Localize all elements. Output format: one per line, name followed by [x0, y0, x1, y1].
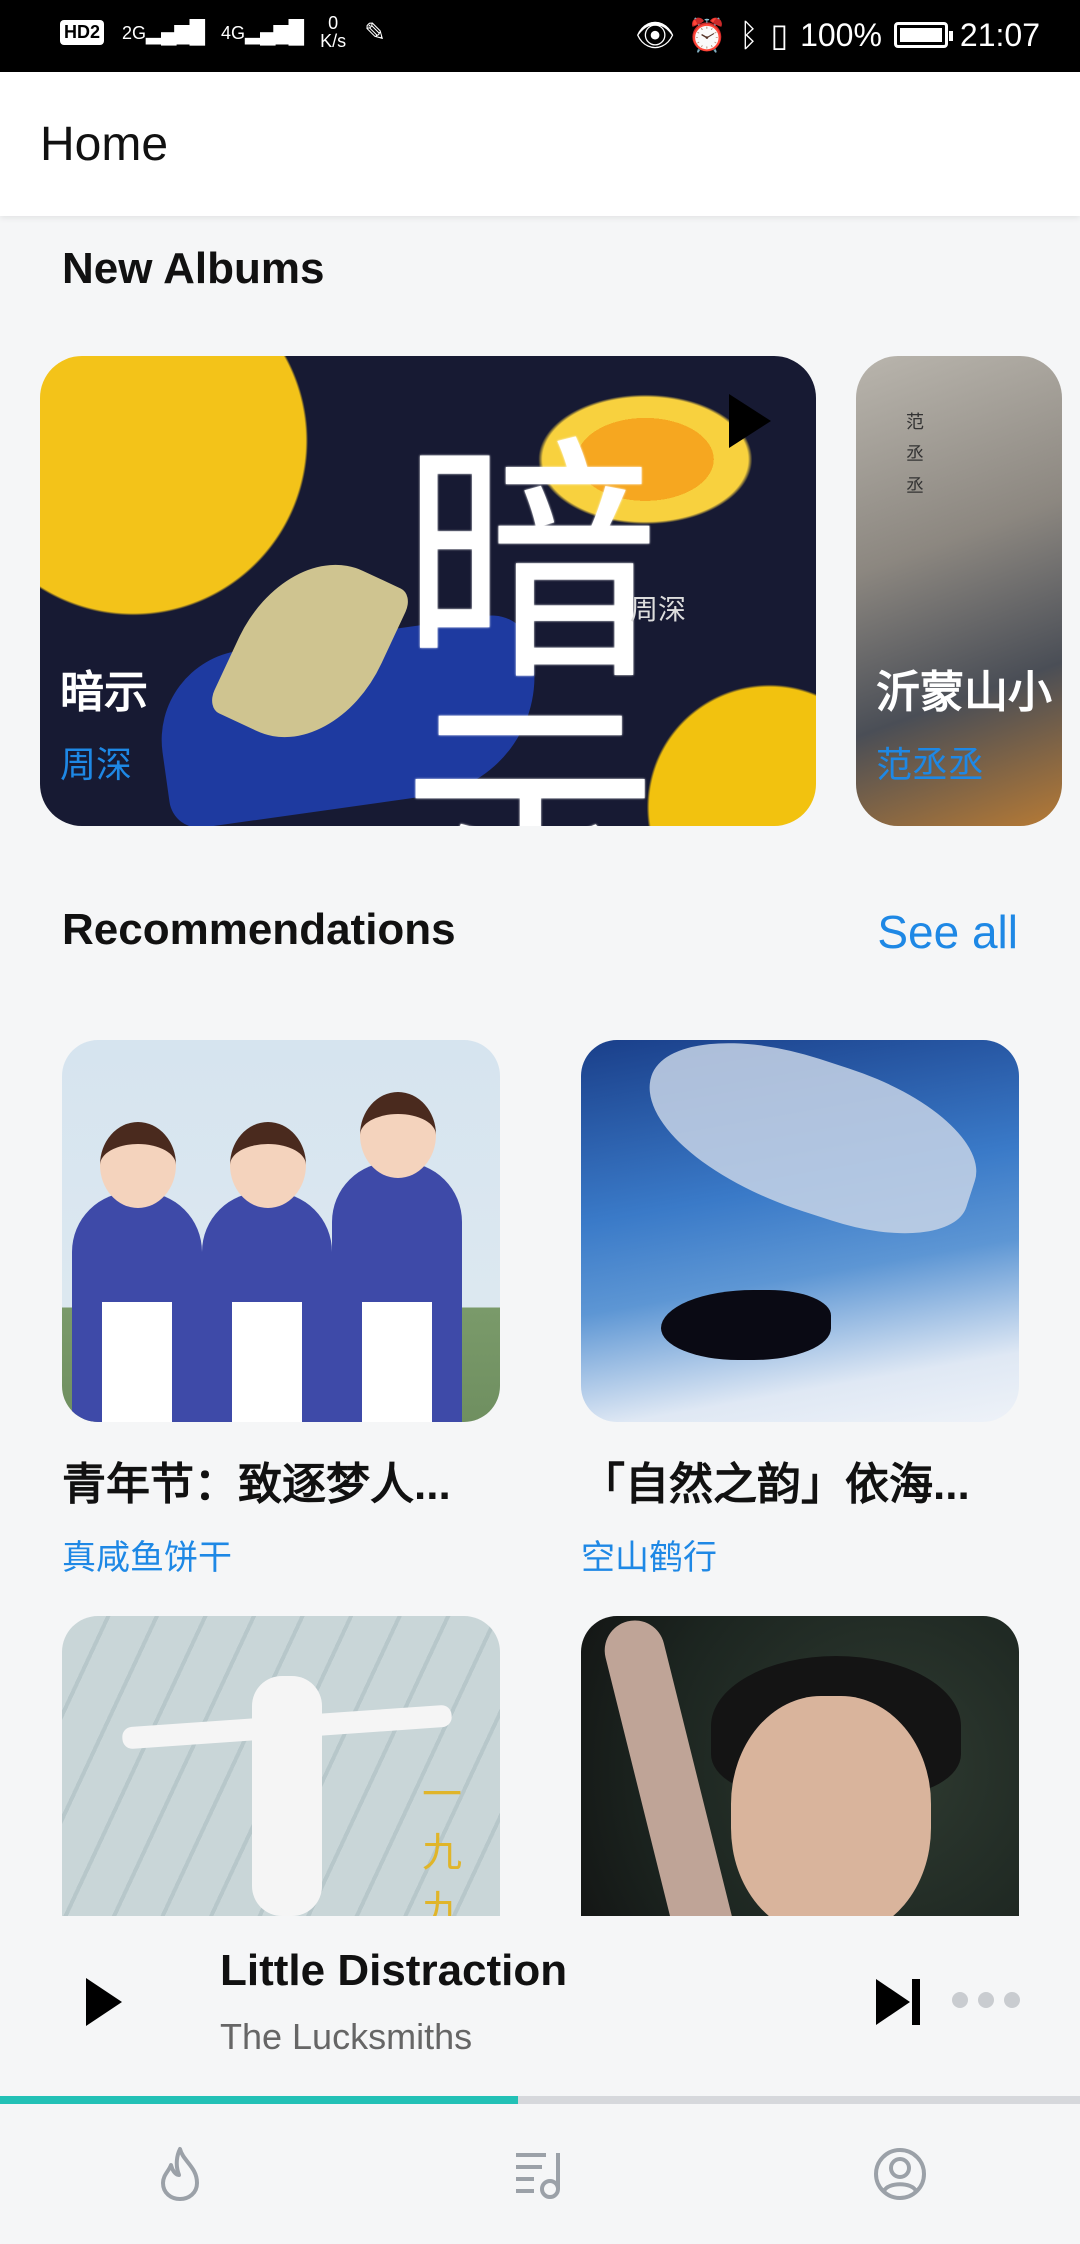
cover-person — [252, 1676, 322, 1916]
album-card[interactable]: 范丞丞 沂蒙山小 范丞丞 — [856, 356, 1062, 826]
mini-player[interactable]: Little Distraction The Lucksmiths — [0, 1916, 1080, 2100]
track-title[interactable]: Little Distraction — [220, 1946, 567, 1996]
nfc-icon: ✎ — [364, 16, 386, 47]
app-bar: Home — [0, 72, 1080, 216]
playlist-author[interactable]: 空山鹤行 — [581, 1530, 717, 1579]
profile-icon — [874, 2148, 926, 2200]
playlist-cover[interactable] — [62, 1040, 500, 1422]
cover-person — [72, 1122, 202, 1422]
playlist-title: 青年节：致逐梦人... — [62, 1460, 451, 1509]
play-icon[interactable] — [729, 394, 771, 448]
playlist-author[interactable]: 真咸鱼饼干 — [62, 1530, 232, 1579]
playlist-cover[interactable]: 一九九 — [62, 1616, 500, 1916]
album-artist[interactable]: 范丞丞 — [876, 736, 984, 788]
hd-sub-label: 2 — [90, 21, 101, 42]
vibrate-icon: ▯ — [770, 17, 789, 53]
playlist-icon — [516, 2153, 560, 2199]
clock: 21:07 — [959, 16, 1040, 53]
album-title: 沂蒙山小 — [876, 668, 1052, 717]
eye-comfort-icon: 👁 — [634, 17, 676, 53]
play-icon[interactable] — [86, 1978, 122, 2026]
recommendation-card[interactable]: 「自然之韵」依海... 空山鹤行 — [581, 1040, 1019, 1577]
cover-face — [731, 1696, 931, 1916]
cover-mark: 周深 — [630, 594, 687, 625]
playlist-cover[interactable] — [581, 1040, 1019, 1422]
signal-bars-icon: ▂▄▆█ — [146, 18, 205, 44]
playback-progress-bar[interactable] — [0, 2096, 1080, 2104]
cover-vertical-text: 范丞丞 — [906, 412, 924, 496]
network-speed: 0 K/s — [320, 14, 346, 50]
hd-label: HD — [64, 21, 90, 42]
cover-glyph: 暗示 — [400, 415, 660, 826]
signal-2g: 2G▂▄▆█ — [122, 20, 205, 43]
see-all-link[interactable]: See all — [877, 905, 1018, 959]
progress-fill — [0, 2096, 519, 2104]
signal-4g: 4G▂▄▆█ — [221, 20, 304, 43]
speed-value: 0 — [328, 13, 339, 33]
flame-icon — [161, 2147, 199, 2201]
recommendations-heading: Recommendations — [62, 905, 456, 954]
album-title: 暗示 — [60, 668, 148, 717]
net-4g-label: 4G — [221, 22, 246, 43]
alarm-icon: ⏰ — [687, 17, 728, 53]
cover-text: 一九九 — [422, 1773, 462, 1916]
playlist-cover[interactable] — [581, 1616, 1019, 1916]
album-card[interactable]: 暗示 周深 暗示 周深 — [40, 356, 816, 826]
signal-bars-icon: ▂▄▆█ — [245, 18, 304, 44]
skip-next-icon[interactable] — [876, 1979, 920, 2025]
speed-unit: K/s — [320, 31, 347, 51]
nav-discover[interactable] — [0, 2104, 360, 2244]
bluetooth-icon: ᛒ — [739, 16, 759, 53]
battery-icon — [893, 22, 953, 48]
hd-voice-icon: HD2 — [60, 19, 105, 45]
album-artist[interactable]: 周深 — [60, 736, 132, 788]
nav-profile[interactable] — [720, 2104, 1080, 2244]
new-albums-heading: New Albums — [62, 244, 325, 293]
battery-percent: 100% — [800, 16, 882, 53]
recommendation-card[interactable]: 青年节：致逐梦人... 真咸鱼饼干 — [62, 1040, 500, 1577]
net-2g-label: 2G — [122, 22, 147, 43]
cover-orca — [661, 1290, 831, 1360]
status-bar: HD2 2G▂▄▆█ 4G▂▄▆█ 0 K/s ✎ 👁 ⏰ ᛒ ▯ 100% 21… — [0, 0, 1080, 72]
cover-person — [332, 1092, 462, 1422]
recommendation-card[interactable] — [581, 1616, 1019, 1916]
cover-person — [202, 1122, 332, 1422]
bottom-navigation — [0, 2104, 1080, 2244]
cover-whale — [626, 1040, 996, 1259]
track-artist: The Lucksmiths — [220, 2016, 473, 2057]
nav-library[interactable] — [360, 2104, 720, 2244]
recommendation-card[interactable]: 一九九 — [62, 1616, 500, 1916]
playlist-title: 「自然之韵」依海... — [581, 1460, 970, 1509]
more-options-icon[interactable] — [952, 1992, 1020, 2008]
page-title: Home — [40, 118, 169, 171]
